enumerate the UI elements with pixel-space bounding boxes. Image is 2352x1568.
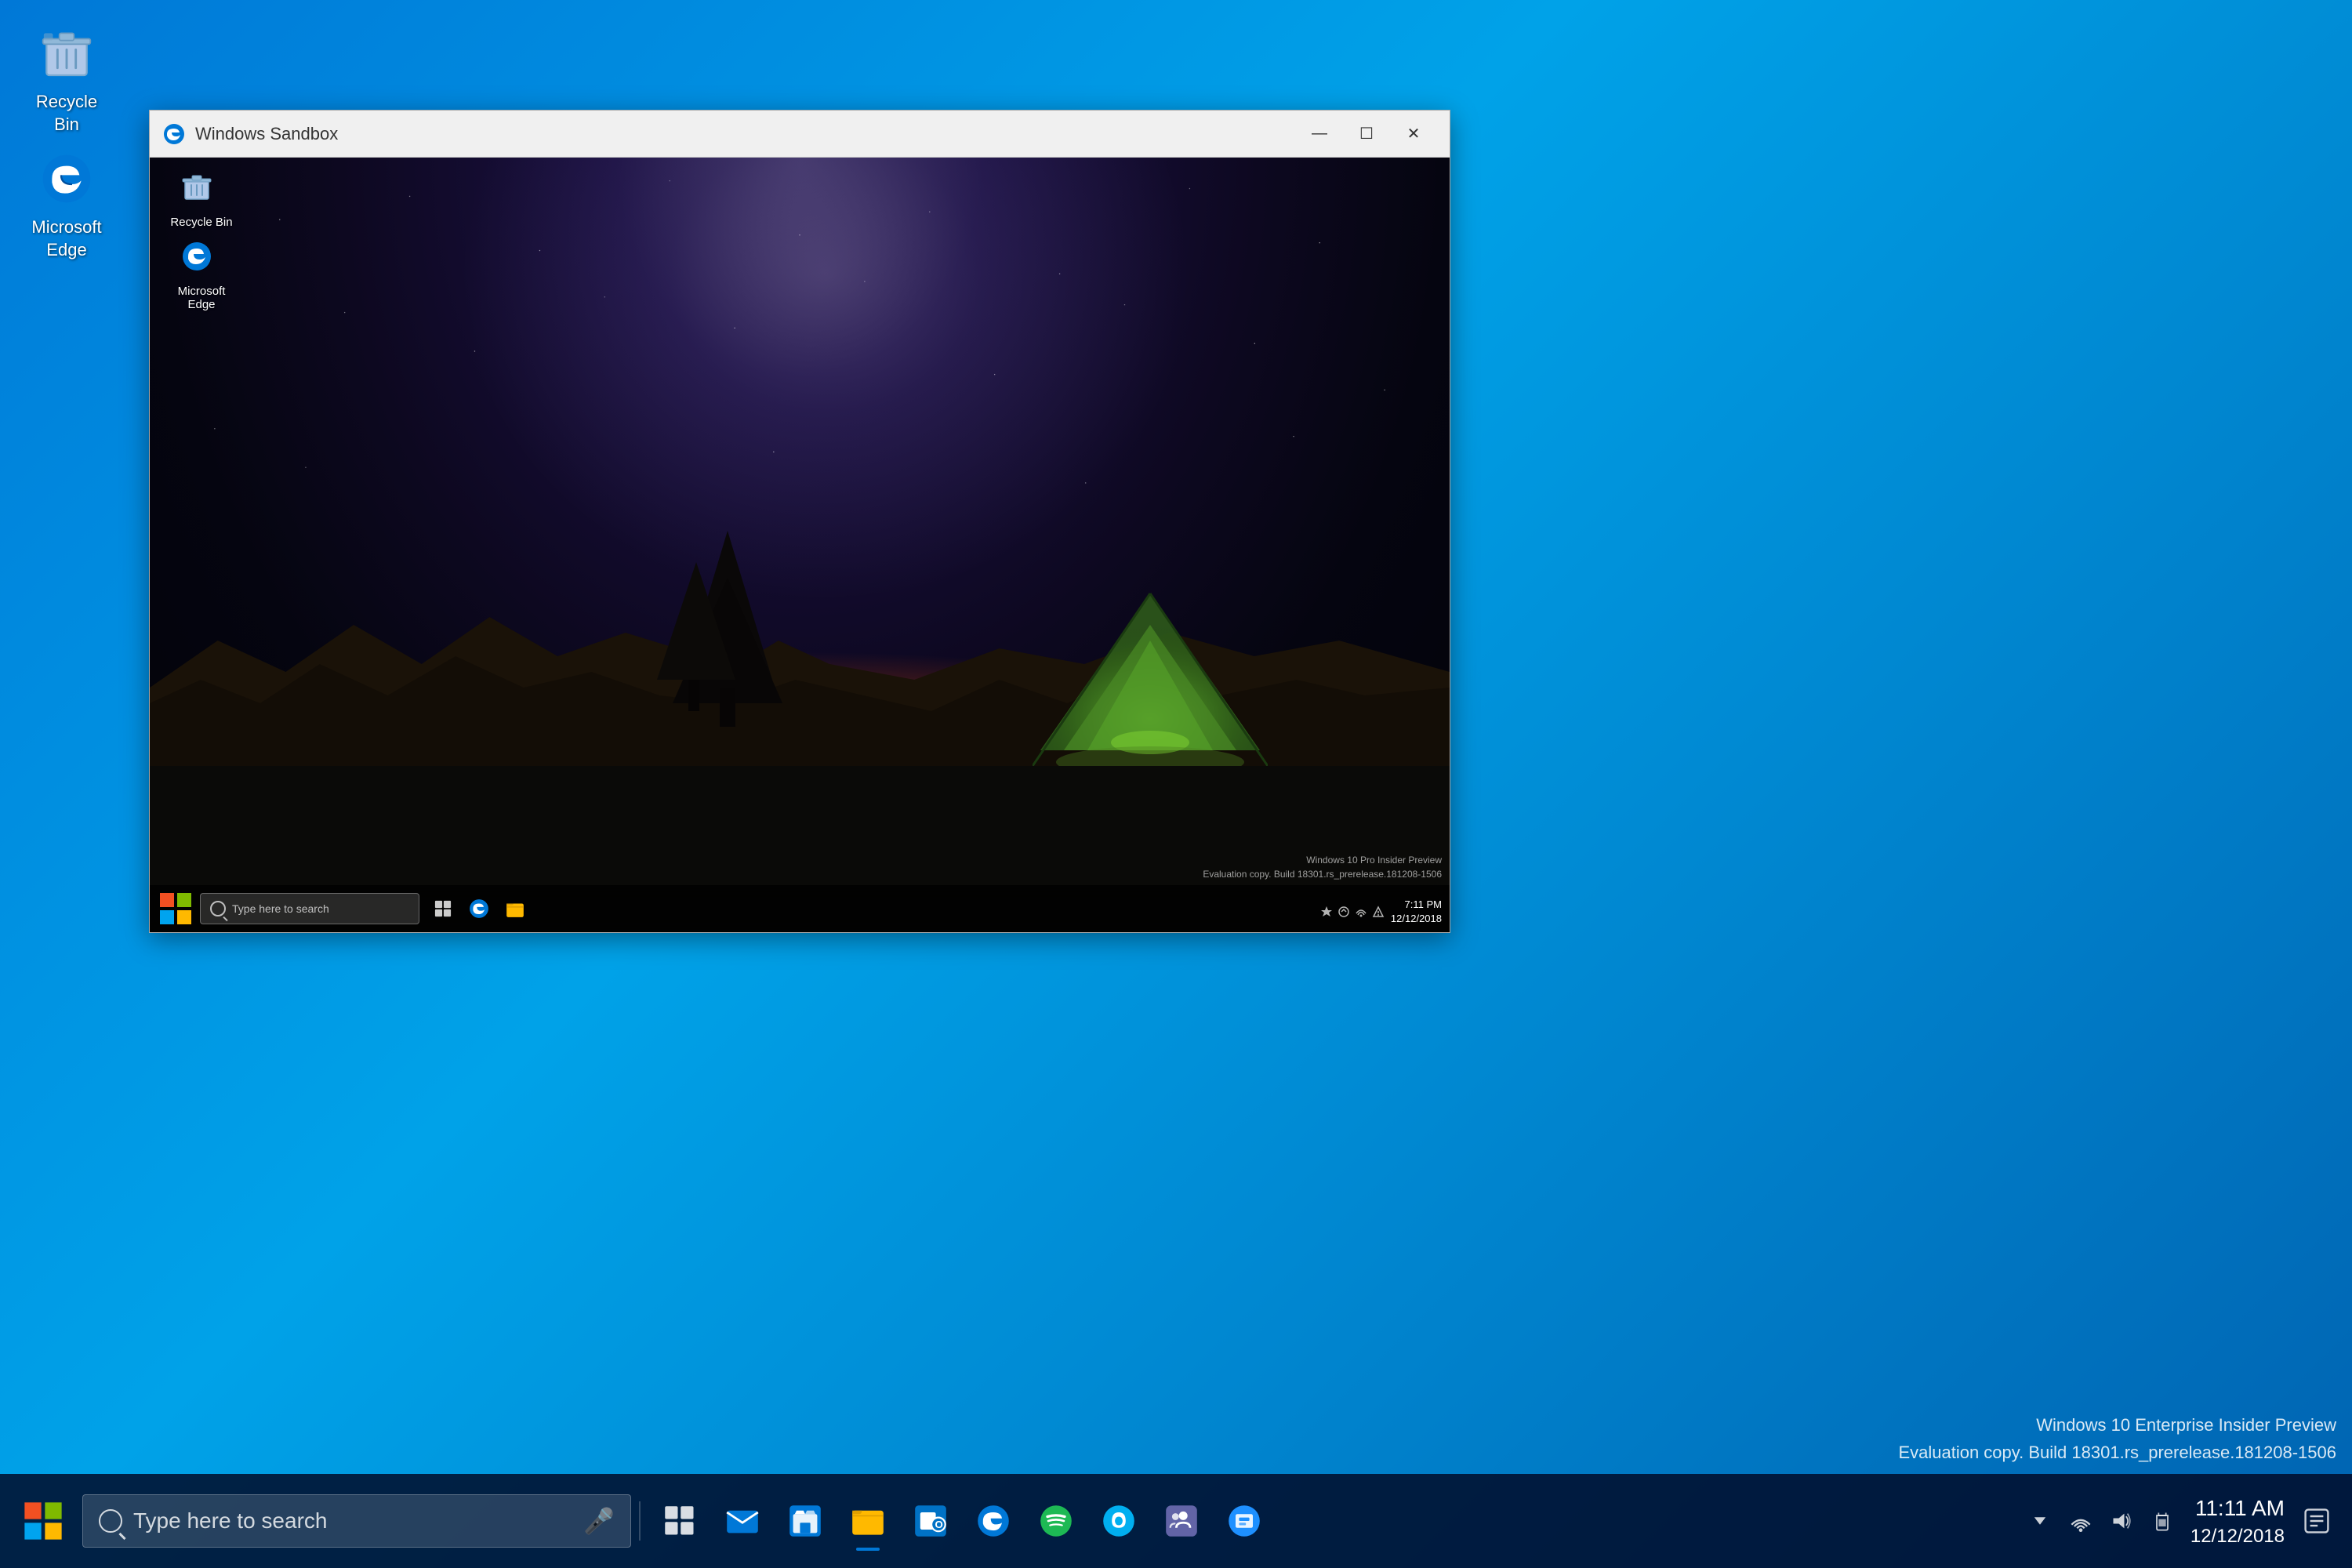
edge-icon: [35, 147, 98, 210]
microphone-icon[interactable]: 🎤: [583, 1506, 615, 1536]
teams-icon[interactable]: [1150, 1490, 1213, 1552]
app-icon[interactable]: [1213, 1490, 1276, 1552]
trees-svg: [618, 531, 837, 766]
eval-watermark: Windows 10 Enterprise Insider Preview Ev…: [1898, 1411, 2336, 1466]
expand-tray-icon[interactable]: [2024, 1505, 2056, 1537]
sandbox-systray-icons: [1320, 906, 1385, 918]
sandbox-watermark: Windows 10 Pro Insider Preview Evaluatio…: [1203, 853, 1442, 881]
volume-icon[interactable]: [2106, 1505, 2137, 1537]
network-icon[interactable]: [2065, 1505, 2096, 1537]
sandbox-taskbar-edge[interactable]: [463, 893, 495, 924]
clock[interactable]: 11:11 AM 12/12/2018: [2190, 1493, 2285, 1550]
sandbox-search-icon: [210, 901, 226, 916]
start-button[interactable]: [16, 1494, 71, 1548]
file-explorer-icon[interactable]: [837, 1490, 899, 1552]
spotify-icon[interactable]: [1025, 1490, 1087, 1552]
task-view-button[interactable]: [648, 1490, 711, 1552]
mail-app-icon[interactable]: [711, 1490, 774, 1552]
desktop-icon-edge[interactable]: Microsoft Edge: [16, 141, 118, 267]
sandbox-tray-icon-1: [1320, 906, 1333, 918]
desktop: Recycle Bin Microsoft Edge Windows Sandb…: [0, 0, 2352, 1568]
sandbox-tray-icon-3: [1355, 906, 1367, 918]
sandbox-tray-icon-2: [1338, 906, 1350, 918]
sandbox-window: Windows Sandbox — ☐ ✕: [149, 110, 1450, 933]
edge-label: Microsoft Edge: [22, 216, 111, 261]
sandbox-clock: 7:11 PM 12/12/2018: [1391, 898, 1442, 926]
sandbox-taskbar-icons: [427, 893, 531, 924]
desktop-icon-recycle-bin[interactable]: Recycle Bin: [16, 16, 118, 142]
taskbar-pinned-apps: O: [648, 1490, 1276, 1552]
eval-line2: Evaluation copy. Build 18301.rs_prerelea…: [1898, 1439, 2336, 1466]
notification-center-icon[interactable]: [2297, 1501, 2336, 1541]
sandbox-systray: 7:11 PM 12/12/2018: [1320, 898, 1442, 926]
sandbox-recycle-bin-icon: [181, 172, 222, 212]
tent-svg: [1033, 578, 1268, 766]
sandbox-icon-recycle-bin[interactable]: Recycle Bin: [162, 167, 241, 234]
sandbox-taskbar-explorer[interactable]: [499, 893, 531, 924]
sandbox-start-button[interactable]: [156, 889, 195, 928]
eval-line1: Windows 10 Enterprise Insider Preview: [1898, 1411, 2336, 1439]
clock-time: 11:11 AM: [2190, 1493, 2285, 1523]
sandbox-watermark-line2: Evaluation copy. Build 18301.rs_prerelea…: [1203, 867, 1442, 881]
taskbar-separator: [639, 1501, 641, 1541]
clock-date: 12/12/2018: [2190, 1523, 2285, 1550]
search-placeholder: Type here to search: [133, 1508, 327, 1534]
sandbox-watermark-line1: Windows 10 Pro Insider Preview: [1203, 853, 1442, 867]
sandbox-tray-icon-4: [1372, 906, 1385, 918]
minimize-button[interactable]: —: [1296, 118, 1343, 150]
sandbox-title-text: Windows Sandbox: [195, 124, 1296, 144]
maximize-button[interactable]: ☐: [1343, 118, 1390, 150]
store-icon[interactable]: [774, 1490, 837, 1552]
sandbox-title-icon: [162, 122, 186, 146]
sandbox-task-view-icon[interactable]: [427, 893, 459, 924]
sandbox-titlebar: Windows Sandbox — ☐ ✕: [150, 111, 1450, 158]
recycle-bin-label: Recycle Bin: [22, 91, 111, 136]
system-tray: 11:11 AM 12/12/2018: [2024, 1493, 2336, 1550]
sandbox-icon-edge[interactable]: Microsoft Edge: [162, 236, 241, 316]
sandbox-edge-icon: [181, 241, 222, 281]
edge-taskbar-icon[interactable]: [962, 1490, 1025, 1552]
power-icon[interactable]: [2147, 1505, 2178, 1537]
sandbox-wallpaper: Recycle Bin Microsoft Edge Windows 10 Pr…: [150, 158, 1450, 932]
sandbox-clock-date: 12/12/2018: [1391, 912, 1442, 926]
sandbox-content: Recycle Bin Microsoft Edge Windows 10 Pr…: [150, 158, 1450, 932]
sandbox-taskbar: Type here to search: [150, 885, 1450, 932]
sandbox-recycle-bin-label: Recycle Bin: [170, 216, 232, 229]
skype-icon[interactable]: [1087, 1490, 1150, 1552]
taskbar: Type here to search 🎤: [0, 1474, 2352, 1568]
outlook-icon[interactable]: O: [899, 1490, 962, 1552]
recycle-bin-icon: [35, 22, 98, 85]
sandbox-search-placeholder: Type here to search: [232, 902, 329, 915]
sandbox-edge-label: Microsoft Edge: [167, 285, 236, 311]
window-controls: — ☐ ✕: [1296, 118, 1437, 150]
sandbox-search-box[interactable]: Type here to search: [200, 893, 419, 924]
sandbox-clock-time: 7:11 PM: [1391, 898, 1442, 912]
search-icon: [99, 1509, 122, 1533]
close-button[interactable]: ✕: [1390, 118, 1437, 150]
tray-icons: [2024, 1505, 2178, 1537]
search-box[interactable]: Type here to search 🎤: [82, 1494, 631, 1548]
svg-text:O: O: [935, 1519, 943, 1530]
